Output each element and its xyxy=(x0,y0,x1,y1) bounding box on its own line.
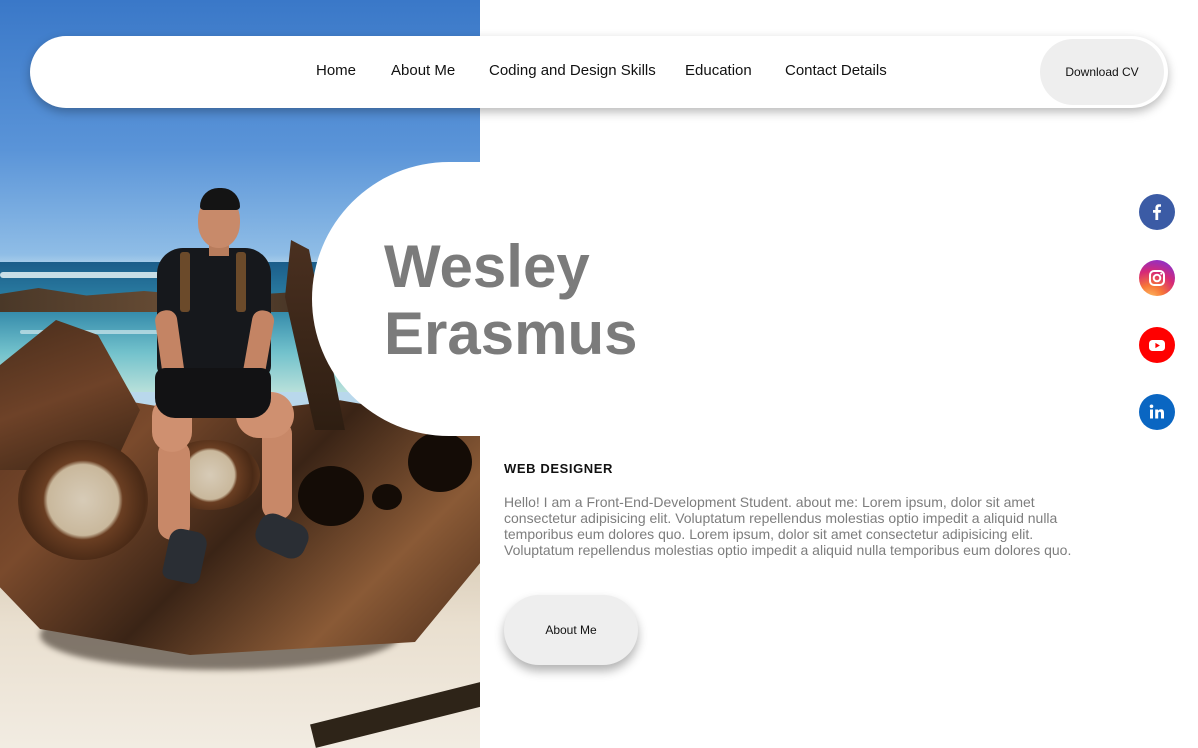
nav-link-education[interactable]: Education xyxy=(685,62,752,80)
nav-link-skills[interactable]: Coding and Design Skills xyxy=(489,62,656,80)
nav-links: Home About Me Coding and Design Skills E… xyxy=(30,36,1168,108)
facebook-glyph xyxy=(1153,204,1161,220)
linkedin-icon[interactable] xyxy=(1139,394,1175,430)
navbar: Home About Me Coding and Design Skills E… xyxy=(30,36,1168,108)
download-cv-button[interactable]: Download CV xyxy=(1040,39,1164,105)
youtube-glyph xyxy=(1149,340,1165,351)
bio-paragraph: Hello! I am a Front-End-Development Stud… xyxy=(504,494,1072,558)
youtube-icon[interactable] xyxy=(1139,327,1175,363)
nav-link-contact[interactable]: Contact Details xyxy=(785,62,887,80)
linkedin-glyph xyxy=(1149,404,1164,419)
facebook-icon[interactable] xyxy=(1139,194,1175,230)
first-name: Wesley xyxy=(384,233,590,300)
nav-link-about-me[interactable]: About Me xyxy=(391,62,455,80)
nav-link-home[interactable]: Home xyxy=(316,62,356,80)
page: Wesley Erasmus Home About Me Coding and … xyxy=(0,0,1198,748)
about-me-button[interactable]: About Me xyxy=(504,595,638,665)
instagram-glyph xyxy=(1149,270,1165,286)
role-heading: WEB DESIGNER xyxy=(504,461,614,476)
instagram-icon[interactable] xyxy=(1139,260,1175,296)
last-name: Erasmus xyxy=(384,300,638,367)
